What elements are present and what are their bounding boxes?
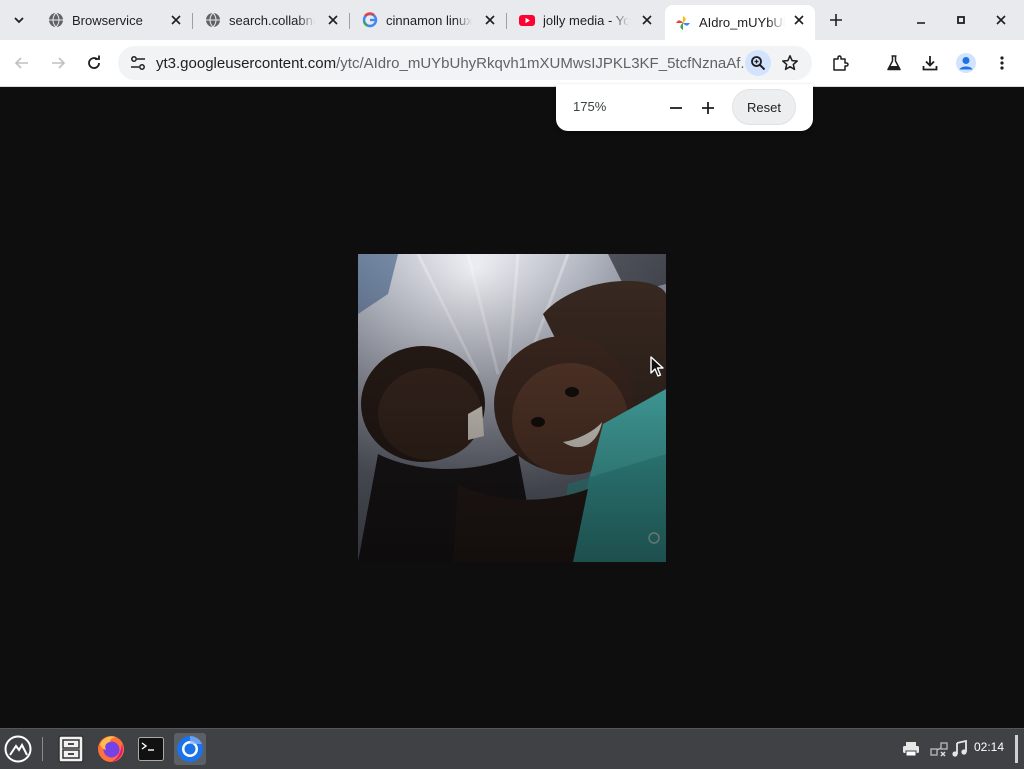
extensions-button[interactable]	[826, 49, 854, 77]
sound-tray-icon[interactable]	[950, 739, 970, 759]
tab-close-icon[interactable]	[168, 12, 184, 28]
zoom-level: 175%	[573, 99, 607, 114]
close-icon	[996, 15, 1006, 25]
taskbar: 02:14	[0, 728, 1024, 769]
close-window-button[interactable]	[989, 8, 1013, 32]
zoom-indicator-button[interactable]	[745, 50, 771, 76]
terminal-icon	[138, 737, 164, 761]
globe-icon	[205, 12, 221, 28]
puzzle-icon	[833, 55, 849, 71]
google-g-icon	[362, 12, 378, 28]
tab-title: AIdro_mUYbUhy	[699, 15, 785, 30]
menu-button[interactable]	[988, 49, 1016, 77]
minimize-icon	[917, 22, 925, 24]
photos-pinwheel-icon	[675, 15, 691, 31]
tab-image-active[interactable]: AIdro_mUYbUhy	[665, 5, 815, 40]
reload-icon	[88, 55, 100, 69]
viewed-image	[358, 254, 666, 562]
tab-close-icon[interactable]	[639, 12, 655, 28]
chromium-icon	[177, 736, 203, 762]
globe-icon	[48, 12, 64, 28]
tab-cinnamon-linux[interactable]: cinnamon linux	[350, 5, 507, 35]
url-text[interactable]: yt3.googleusercontent.com/ytc/AIdro_mUYb…	[156, 55, 753, 72]
magnifier-icon	[751, 56, 766, 71]
plus-icon	[702, 102, 714, 114]
terminal-launcher[interactable]	[135, 733, 167, 765]
url-host: yt3.googleusercontent.com	[156, 55, 337, 72]
taskbar-separator	[42, 737, 43, 761]
profile-button[interactable]	[952, 49, 980, 77]
star-icon	[782, 55, 798, 71]
files-launcher[interactable]	[55, 733, 87, 765]
network-disconnected-icon[interactable]	[929, 739, 949, 759]
chromium-launcher[interactable]	[174, 733, 206, 765]
minimize-button[interactable]	[909, 8, 933, 32]
tab-strip: Browservice search.collabnet cinnamon li…	[0, 0, 1024, 40]
show-desktop-button[interactable]	[1015, 735, 1018, 763]
new-tab-button[interactable]	[824, 8, 848, 32]
downloads-button[interactable]	[916, 49, 944, 77]
firefox-launcher[interactable]	[95, 733, 127, 765]
avatar-icon	[956, 53, 976, 73]
url-path: /ytc/AIdro_mUYbUhyRkqvh1mXUMwsIJPKL3KF_5…	[336, 55, 753, 72]
minus-icon	[670, 107, 682, 109]
clock[interactable]: 02:14	[974, 740, 1004, 754]
plus-icon	[830, 14, 842, 26]
start-menu-button[interactable]	[2, 733, 34, 765]
youtube-icon	[519, 12, 535, 28]
tab-search-button[interactable]	[6, 7, 32, 33]
printer-tray-icon[interactable]	[901, 739, 921, 759]
forward-button[interactable]	[44, 49, 72, 77]
zoom-popup: 175% Reset	[556, 84, 813, 131]
arrow-right-icon	[52, 57, 66, 69]
chevron-down-icon	[14, 17, 24, 24]
arrow-left-icon	[14, 57, 28, 69]
download-icon	[922, 56, 938, 71]
zoom-in-button[interactable]	[696, 96, 720, 120]
tab-jolly-media[interactable]: jolly media - YouTube	[507, 5, 663, 35]
more-vert-icon	[1000, 56, 1004, 70]
linux-menu-icon	[4, 735, 32, 763]
tab-browservice[interactable]: Browservice	[36, 5, 193, 35]
browser-toolbar: yt3.googleusercontent.com/ytc/AIdro_mUYb…	[0, 40, 1024, 87]
tab-close-icon[interactable]	[482, 12, 498, 28]
firefox-icon	[98, 736, 124, 762]
site-settings-icon[interactable]	[126, 51, 150, 75]
back-button[interactable]	[8, 49, 36, 77]
tab-close-icon[interactable]	[791, 12, 807, 28]
flask-icon	[887, 55, 901, 71]
zoom-reset-button[interactable]: Reset	[732, 89, 796, 125]
file-cabinet-icon	[58, 735, 84, 763]
address-bar[interactable]: yt3.googleusercontent.com/ytc/AIdro_mUYb…	[118, 46, 812, 80]
bookmark-star-button[interactable]	[778, 51, 802, 75]
maximize-button[interactable]	[949, 8, 973, 32]
zoom-out-button[interactable]	[664, 96, 688, 120]
tab-search-collabnet[interactable]: search.collabnet	[193, 5, 350, 35]
tab-title: Browservice	[72, 12, 143, 28]
labs-button[interactable]	[880, 49, 908, 77]
reload-button[interactable]	[80, 49, 108, 77]
mouse-cursor	[650, 356, 664, 383]
tab-title: cinnamon linux	[386, 12, 472, 28]
tab-title: jolly media - YouTube	[543, 12, 629, 28]
tab-title: search.collabnet	[229, 12, 315, 28]
tab-close-icon[interactable]	[325, 12, 341, 28]
maximize-icon	[957, 16, 965, 24]
